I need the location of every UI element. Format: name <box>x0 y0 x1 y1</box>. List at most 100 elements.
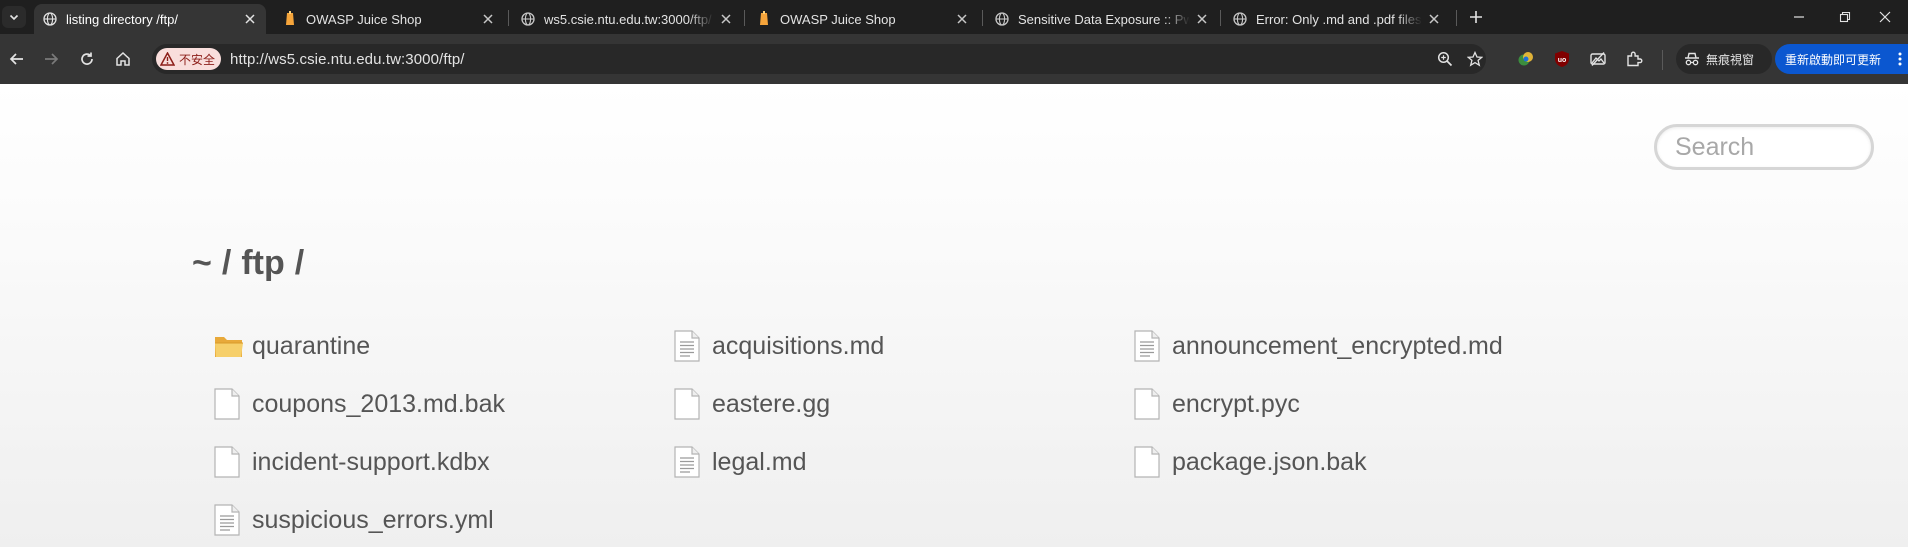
file-icon <box>1134 388 1164 420</box>
file-name: coupons_2013.md.bak <box>252 389 505 418</box>
more-vertical-icon[interactable] <box>1898 51 1902 67</box>
page-title-breadcrumb: ~ / ftp / <box>192 244 314 283</box>
folder-icon <box>214 330 244 362</box>
warning-triangle-icon <box>160 52 175 66</box>
text-file-icon <box>674 330 704 362</box>
search-input[interactable] <box>1654 124 1874 170</box>
chevron-down-icon <box>9 14 19 21</box>
text-file-icon <box>1134 330 1164 362</box>
file-name: quarantine <box>252 331 371 360</box>
security-chip[interactable]: 不安全 <box>156 48 222 70</box>
close-tab-icon[interactable] <box>950 7 974 31</box>
minimize-button[interactable] <box>1776 0 1822 34</box>
back-button[interactable] <box>2 45 32 73</box>
file-name: suspicious_errors.yml <box>252 505 494 534</box>
file-link-announcement-encrypted[interactable]: announcement_encrypted.md <box>1134 328 1503 364</box>
address-bar[interactable]: 不安全 http://ws5.csie.ntu.edu.tw:3000/ftp/ <box>152 44 1486 74</box>
minimize-icon <box>1794 16 1804 18</box>
reload-button[interactable] <box>72 45 102 73</box>
globe-icon <box>994 11 1010 27</box>
file-link-acquisitions[interactable]: acquisitions.md <box>674 328 884 364</box>
file-icon <box>674 388 704 420</box>
file-name: incident-support.kdbx <box>252 447 490 476</box>
tab-title: OWASP Juice Shop <box>306 11 422 27</box>
arrow-right-icon <box>45 53 59 65</box>
extension-translate-icon[interactable] <box>1514 47 1538 71</box>
toolbar-separator <box>1662 50 1663 70</box>
home-button[interactable] <box>108 45 138 73</box>
svg-text:uo: uo <box>1558 57 1567 64</box>
globe-icon <box>520 11 536 27</box>
file-icon <box>1134 446 1164 478</box>
tab-separator <box>1220 10 1221 26</box>
incognito-label: 無痕視窗 <box>1706 52 1755 67</box>
security-label: 不安全 <box>179 52 216 67</box>
tab-title: ws5.csie.ntu.edu.tw:3000/ftp/ <box>544 11 712 27</box>
relaunch-update-button[interactable]: 重新啟動即可更新 <box>1775 44 1908 74</box>
file-link-suspicious-errors[interactable]: suspicious_errors.yml <box>214 502 494 538</box>
close-tab-icon[interactable] <box>1190 7 1214 31</box>
file-name: eastere.gg <box>712 389 831 418</box>
file-name: announcement_encrypted.md <box>1172 331 1503 360</box>
file-link-encrypt-pyc[interactable]: encrypt.pyc <box>1134 386 1300 422</box>
file-link-incident-support[interactable]: incident-support.kdbx <box>214 444 490 480</box>
zoom-icon[interactable] <box>1436 50 1454 68</box>
tab-listing-directory[interactable]: listing directory /ftp/ <box>34 4 266 34</box>
file-name: package.json.bak <box>1172 447 1367 476</box>
tab-search-button[interactable] <box>2 6 26 28</box>
ublock-origin-icon[interactable]: uo <box>1550 47 1574 71</box>
tab-sensitive-data-exposure[interactable]: Sensitive Data Exposure :: Pwn <box>986 4 1218 34</box>
directory-listing-page: ~/ftp/ quarantine acquisitions.md announ… <box>0 84 1908 547</box>
extension-image-icon[interactable] <box>1586 47 1610 71</box>
tab-title: listing directory /ftp/ <box>66 11 178 27</box>
close-tab-icon[interactable] <box>1422 7 1446 31</box>
update-label: 重新啟動即可更新 <box>1785 52 1882 67</box>
breadcrumb-separator: / <box>294 244 305 282</box>
close-tab-icon[interactable] <box>714 7 738 31</box>
tab-strip: listing directory /ftp/ OWASP Juice Shop… <box>0 0 1908 34</box>
text-file-icon <box>214 504 244 536</box>
breadcrumb-separator: / <box>221 244 232 282</box>
close-window-button[interactable] <box>1862 0 1908 34</box>
tab-separator <box>744 10 745 26</box>
file-name: legal.md <box>712 447 807 476</box>
extensions-puzzle-icon[interactable] <box>1622 47 1646 71</box>
juice-shop-icon <box>282 11 298 27</box>
tab-title: OWASP Juice Shop <box>780 11 896 27</box>
new-tab-button[interactable] <box>1462 5 1490 29</box>
close-tab-icon[interactable] <box>238 7 262 31</box>
tab-separator <box>1456 10 1457 26</box>
tab-title: Sensitive Data Exposure :: Pwn <box>1018 11 1190 27</box>
incognito-icon <box>1685 52 1699 66</box>
arrow-left-icon <box>9 53 23 65</box>
globe-icon <box>1232 11 1248 27</box>
close-tab-icon[interactable] <box>476 7 500 31</box>
forward-button[interactable] <box>36 45 66 73</box>
tab-separator <box>982 10 983 26</box>
file-link-eastere[interactable]: eastere.gg <box>674 386 830 422</box>
globe-icon <box>42 11 58 27</box>
text-file-icon <box>674 446 704 478</box>
file-link-legal[interactable]: legal.md <box>674 444 807 480</box>
incognito-button[interactable]: 無痕視窗 <box>1676 44 1772 74</box>
file-name: acquisitions.md <box>712 331 885 360</box>
file-icon <box>214 388 244 420</box>
browser-toolbar: 不安全 http://ws5.csie.ntu.edu.tw:3000/ftp/… <box>0 34 1908 84</box>
reload-icon <box>81 52 93 65</box>
file-link-coupons[interactable]: coupons_2013.md.bak <box>214 386 505 422</box>
close-icon <box>1879 11 1891 23</box>
breadcrumb-home-link[interactable]: ~ <box>192 244 212 282</box>
tab-separator <box>508 10 509 26</box>
file-link-package-json[interactable]: package.json.bak <box>1134 444 1367 480</box>
tab-owasp-juice-shop[interactable]: OWASP Juice Shop <box>274 4 504 34</box>
tab-error-md-pdf[interactable]: Error: Only .md and .pdf files a <box>1224 4 1450 34</box>
tab-ws5-ftp[interactable]: ws5.csie.ntu.edu.tw:3000/ftp/ <box>512 4 742 34</box>
plus-icon <box>1470 11 1482 23</box>
url-text[interactable]: http://ws5.csie.ntu.edu.tw:3000/ftp/ <box>230 51 465 68</box>
bookmark-star-icon[interactable] <box>1466 50 1484 68</box>
file-name: encrypt.pyc <box>1172 389 1300 418</box>
breadcrumb-ftp-link[interactable]: ftp <box>241 244 284 282</box>
tab-owasp-juice-shop-2[interactable]: OWASP Juice Shop <box>748 4 978 34</box>
file-icon <box>214 446 244 478</box>
file-link-quarantine[interactable]: quarantine <box>214 328 370 364</box>
